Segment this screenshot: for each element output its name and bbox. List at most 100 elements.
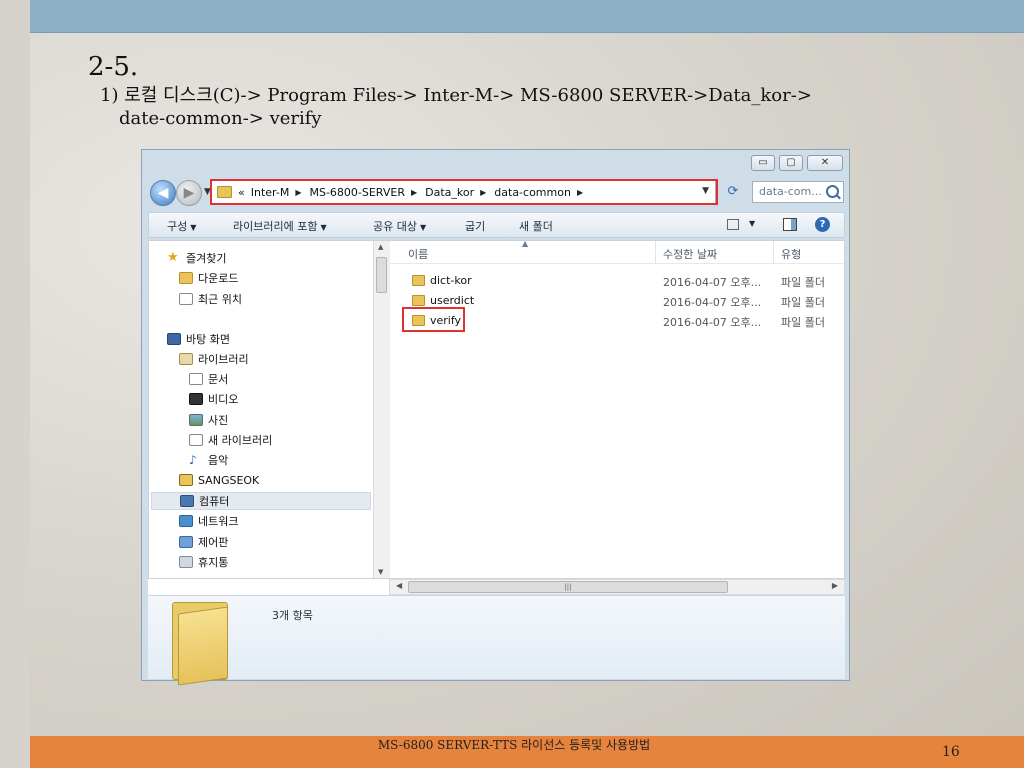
scroll-right-icon[interactable]: ▶ (832, 581, 838, 590)
new-folder-button[interactable]: 새 폴더 (519, 218, 553, 234)
nav-user-sangseok[interactable]: SANGSEOK (179, 471, 259, 489)
explorer-content: ★ 즐겨찾기 다운로드 최근 위치 바탕 화면 라이브러리 문서 비디오 사진 새… (148, 239, 845, 579)
navigation-bar: ◀ ▶ ▼ « Inter-M ▶ MS-6800-SERVER ▶ Data_… (148, 178, 845, 206)
column-modified[interactable]: 수정한 날짜 (663, 246, 717, 262)
scrollbar-thumb[interactable] (376, 257, 387, 293)
nav-pictures[interactable]: 사진 (189, 411, 228, 429)
folder-icon (217, 186, 232, 198)
file-type: 파일 폴더 (781, 296, 825, 309)
file-modified: 2016-04-07 오후... (663, 296, 762, 309)
breadcrumb-data-common[interactable]: data-common (494, 186, 571, 199)
nav-recycle-bin[interactable]: 휴지통 (179, 553, 228, 571)
nav-control-panel[interactable]: 제어판 (179, 533, 228, 551)
window-controls: ▭ ▢ ✕ (751, 155, 843, 171)
scroll-left-icon[interactable]: ◀ (396, 581, 402, 590)
documents-icon (189, 373, 203, 385)
burn-button[interactable]: 굽기 (465, 218, 485, 234)
breadcrumb-inter-m[interactable]: Inter-M (251, 186, 290, 199)
maximize-button[interactable]: ▢ (779, 155, 803, 171)
recent-places-icon (179, 293, 193, 305)
breadcrumb-overflow[interactable]: « (238, 186, 245, 199)
breadcrumb-ms6800-server[interactable]: MS-6800-SERVER (309, 186, 405, 199)
file-row-verify[interactable]: verify 2016-04-07 오후... 파일 폴더 (390, 312, 844, 330)
search-icon[interactable] (826, 185, 839, 198)
share-with-menu[interactable]: 공유 대상 ▼ (373, 218, 426, 234)
file-row-dict-kor[interactable]: dict-kor 2016-04-07 오후... 파일 폴더 (390, 272, 844, 290)
star-icon: ★ (167, 250, 179, 265)
file-row-userdict[interactable]: userdict 2016-04-07 오후... 파일 폴더 (390, 292, 844, 310)
navigation-pane: ★ 즐겨찾기 다운로드 최근 위치 바탕 화면 라이브러리 문서 비디오 사진 새… (149, 241, 373, 578)
file-list: ▲ 이름 수정한 날짜 유형 dict-kor 2016-04-07 오후...… (390, 239, 844, 578)
column-divider[interactable] (773, 241, 774, 263)
search-input[interactable]: data-com... (752, 181, 844, 203)
downloads-folder-icon (179, 272, 193, 284)
computer-icon (180, 495, 194, 507)
column-name[interactable]: 이름 (408, 246, 428, 262)
command-bar: 구성 ▼ 라이브러리에 포함 ▼ 공유 대상 ▼ 굽기 새 폴더 ▼ ? (148, 212, 845, 238)
file-name: userdict (430, 294, 475, 307)
nav-libraries[interactable]: 라이브러리 (179, 350, 249, 368)
nav-computer[interactable]: 컴퓨터 (151, 492, 371, 510)
minimize-button[interactable]: ▭ (751, 155, 775, 171)
column-divider[interactable] (655, 241, 656, 263)
folder-icon (412, 295, 425, 306)
nav-pane-scrollbar[interactable]: ▲ ▼ (373, 241, 390, 578)
subtitle-line-1: 1) 로컬 디스크(C)-> Program Files-> Inter-M->… (100, 85, 812, 106)
file-type: 파일 폴더 (781, 316, 825, 329)
horizontal-scrollbar[interactable]: ◀ ||| ▶ (389, 579, 845, 595)
page-number: 16 (942, 744, 960, 760)
chevron-down-icon: ▼ (419, 223, 427, 232)
breadcrumb-separator-icon[interactable]: ▶ (577, 188, 583, 197)
slide-title: 2-5. (88, 52, 139, 82)
chevron-down-icon: ▼ (320, 223, 327, 232)
file-modified: 2016-04-07 오후... (663, 316, 762, 329)
nav-favorites[interactable]: ★ 즐겨찾기 (167, 249, 226, 267)
nav-new-library[interactable]: 새 라이브러리 (189, 431, 272, 449)
scrollbar-thumb[interactable]: ||| (408, 581, 728, 593)
organize-menu[interactable]: 구성 ▼ (167, 218, 196, 234)
chevron-down-icon: ▼ (190, 223, 197, 232)
scroll-down-icon[interactable]: ▼ (378, 568, 383, 576)
column-type[interactable]: 유형 (781, 246, 801, 262)
sort-ascending-icon: ▲ (522, 239, 529, 248)
user-folder-icon (179, 474, 193, 486)
file-type: 파일 폴더 (781, 276, 825, 289)
slide-left-strip (0, 0, 30, 768)
refresh-icon[interactable]: ⟳ (722, 182, 744, 202)
breadcrumb-separator-icon[interactable]: ▶ (411, 188, 417, 197)
details-pane: 3개 항목 (148, 595, 845, 686)
breadcrumb-separator-icon[interactable]: ▶ (295, 188, 301, 197)
view-dropdown-icon[interactable]: ▼ (749, 219, 755, 228)
nav-documents[interactable]: 문서 (189, 370, 228, 388)
change-view-icon[interactable] (727, 219, 739, 230)
help-icon[interactable]: ? (815, 217, 830, 232)
item-count: 3개 항목 (272, 609, 313, 622)
file-name: dict-kor (430, 274, 472, 287)
back-button[interactable]: ◀ (150, 180, 176, 206)
breadcrumb-data-kor[interactable]: Data_kor (425, 186, 474, 199)
nav-downloads[interactable]: 다운로드 (179, 269, 238, 287)
nav-network[interactable]: 네트워크 (179, 512, 238, 530)
nav-music[interactable]: ♪ 음악 (189, 451, 228, 469)
address-bar[interactable]: « Inter-M ▶ MS-6800-SERVER ▶ Data_kor ▶ … (210, 180, 716, 204)
nav-recent-places[interactable]: 최근 위치 (179, 290, 242, 308)
search-placeholder: data-com... (759, 185, 822, 198)
pictures-icon (189, 414, 203, 426)
include-in-library-menu[interactable]: 라이브러리에 포함 ▼ (233, 218, 327, 234)
subtitle-line-2: date-common-> verify (119, 108, 322, 129)
music-icon: ♪ (189, 453, 197, 467)
network-icon (179, 515, 193, 527)
address-dropdown-icon[interactable]: ▼ (702, 186, 709, 196)
nav-videos[interactable]: 비디오 (189, 390, 238, 408)
close-button[interactable]: ✕ (807, 155, 843, 171)
videos-icon (189, 393, 203, 405)
recycle-bin-icon (179, 556, 193, 568)
nav-desktop[interactable]: 바탕 화면 (167, 330, 230, 348)
column-headers: ▲ 이름 수정한 날짜 유형 (390, 239, 844, 264)
scroll-up-icon[interactable]: ▲ (378, 243, 383, 251)
breadcrumb-separator-icon[interactable]: ▶ (480, 188, 486, 197)
preview-pane-icon[interactable] (783, 218, 797, 231)
forward-button[interactable]: ▶ (176, 180, 202, 206)
control-panel-icon (179, 536, 193, 548)
folder-icon (412, 275, 425, 286)
